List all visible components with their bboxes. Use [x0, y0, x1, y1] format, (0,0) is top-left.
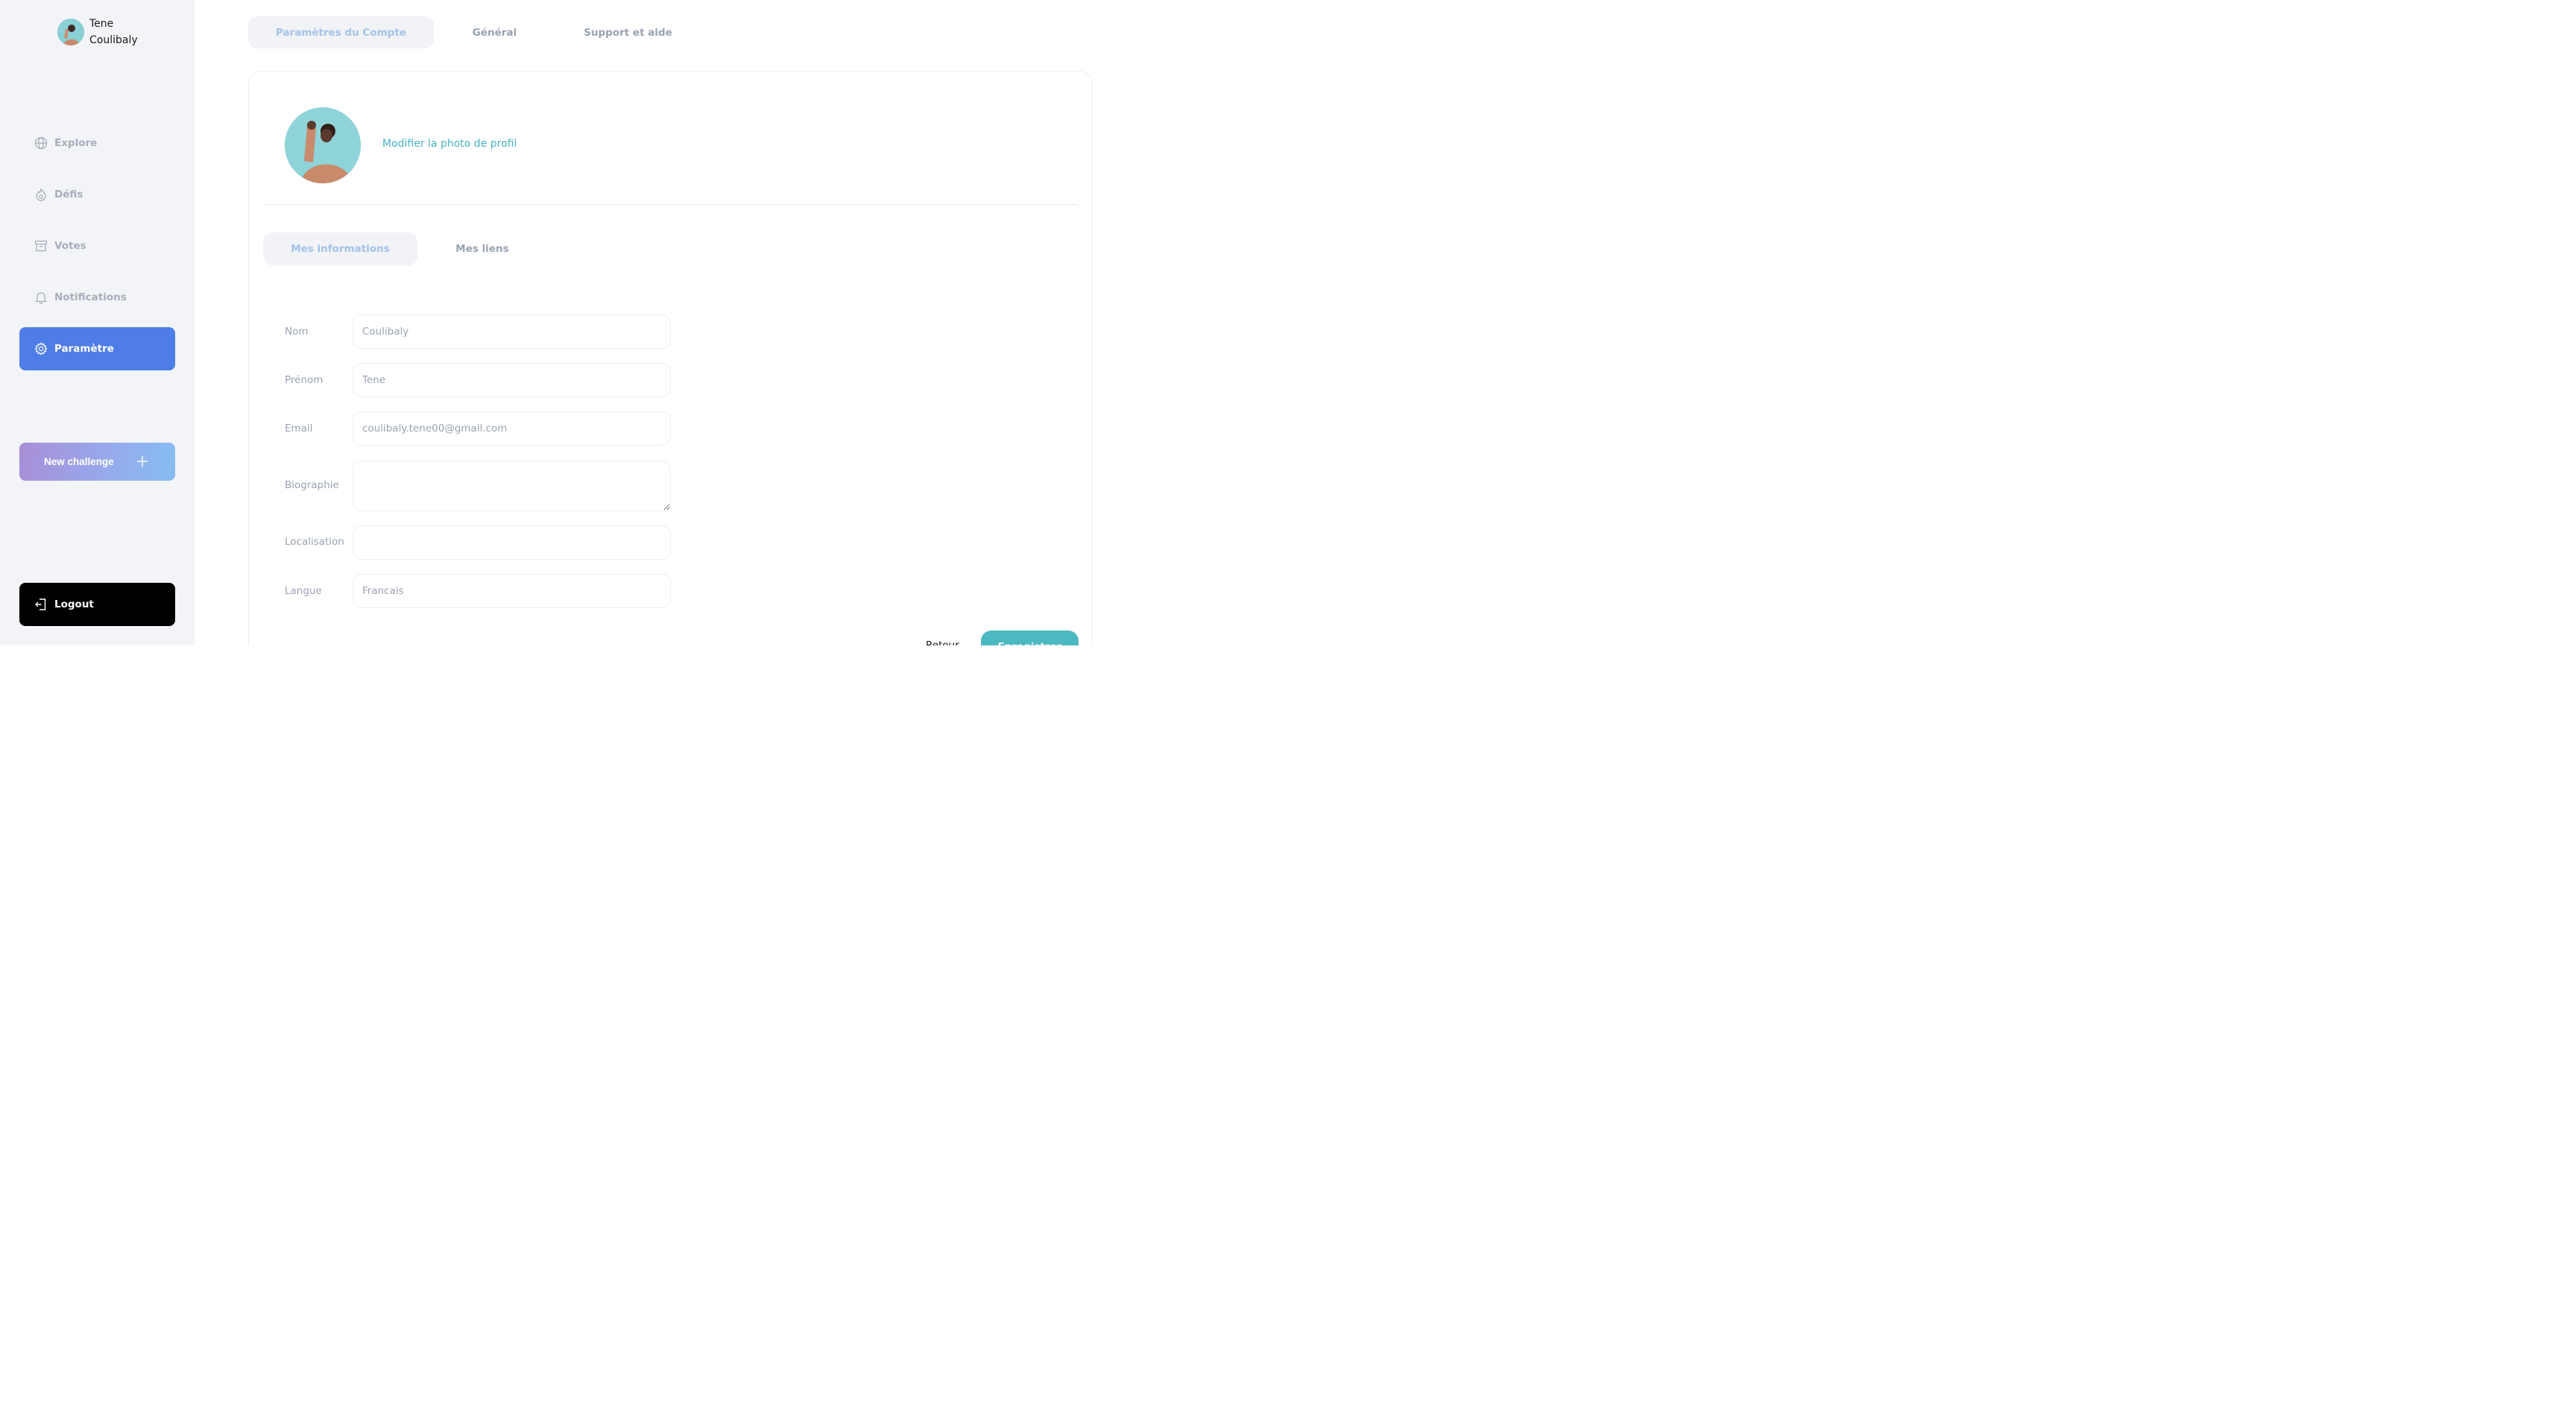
- tab-mes-informations[interactable]: Mes informations: [263, 233, 417, 265]
- sidebar-item-defis[interactable]: Défis: [19, 173, 175, 216]
- globe-icon: [34, 136, 48, 150]
- tab-label: Général: [472, 26, 517, 39]
- sidebar-item-label: Votes: [54, 240, 86, 252]
- nom-field[interactable]: [353, 315, 671, 349]
- sidebar-item-label: Paramètre: [54, 343, 114, 355]
- back-button[interactable]: Retour: [926, 639, 959, 645]
- tab-label: Mes informations: [291, 243, 390, 255]
- bell-icon: [34, 291, 48, 304]
- localisation-field[interactable]: [353, 525, 671, 560]
- gear-icon: [34, 342, 48, 356]
- user-name: Tene Coulibaly: [89, 18, 138, 46]
- sidebar-item-notifications[interactable]: Notifications: [19, 276, 175, 319]
- nom-label: Nom: [285, 326, 309, 338]
- sidebar-item-label: Défis: [54, 189, 83, 200]
- settings-page: Tene Coulibaly Explore Défis Votes Notif…: [0, 0, 1154, 645]
- logout-label: Logout: [54, 598, 94, 610]
- sidebar: Tene Coulibaly Explore Défis Votes Notif…: [0, 0, 195, 645]
- tab-mes-liens[interactable]: Mes liens: [434, 233, 531, 265]
- prenom-field[interactable]: [353, 363, 671, 397]
- sidebar-item-parametre[interactable]: Paramètre: [19, 327, 175, 370]
- change-profile-photo-link[interactable]: Modifier la photo de profil: [382, 138, 517, 150]
- archive-box-icon: [34, 239, 48, 253]
- user-avatar[interactable]: [57, 19, 84, 45]
- logout-icon: [34, 598, 48, 611]
- localisation-label: Localisation: [285, 536, 344, 548]
- account-settings-card: Modifier la photo de profil Mes informat…: [248, 71, 1093, 645]
- tab-support-et-aide[interactable]: Support et aide: [570, 16, 686, 48]
- tab-label: Support et aide: [584, 26, 672, 39]
- flame-icon: [34, 188, 48, 201]
- langue-label: Langue: [285, 585, 322, 597]
- profile-photo-portrait: [285, 107, 361, 183]
- new-challenge-button[interactable]: New challenge: [19, 443, 175, 481]
- langue-field[interactable]: [353, 574, 671, 608]
- tab-parametres-du-compte[interactable]: Paramètres du Compte: [248, 16, 434, 48]
- sidebar-item-explore[interactable]: Explore: [19, 121, 175, 165]
- email-label: Email: [285, 423, 313, 434]
- tab-label: Paramètres du Compte: [275, 26, 407, 39]
- email-field[interactable]: [353, 411, 671, 446]
- prenom-label: Prénom: [285, 374, 323, 386]
- tab-label: Mes liens: [455, 243, 509, 255]
- logout-button[interactable]: Logout: [19, 583, 175, 626]
- biographie-field[interactable]: [353, 461, 671, 511]
- sidebar-item-label: Explore: [54, 137, 98, 149]
- biographie-label: Biographie: [285, 479, 339, 491]
- new-challenge-label: New challenge: [44, 456, 114, 467]
- sidebar-item-votes[interactable]: Votes: [19, 224, 175, 268]
- tab-general[interactable]: Général: [446, 16, 543, 48]
- profile-photo[interactable]: [285, 107, 361, 183]
- sidebar-item-label: Notifications: [54, 291, 127, 303]
- divider: [262, 204, 1078, 205]
- plus-icon: [136, 455, 148, 467]
- avatar-portrait: [57, 19, 84, 45]
- save-button[interactable]: Enregistrer: [981, 631, 1079, 645]
